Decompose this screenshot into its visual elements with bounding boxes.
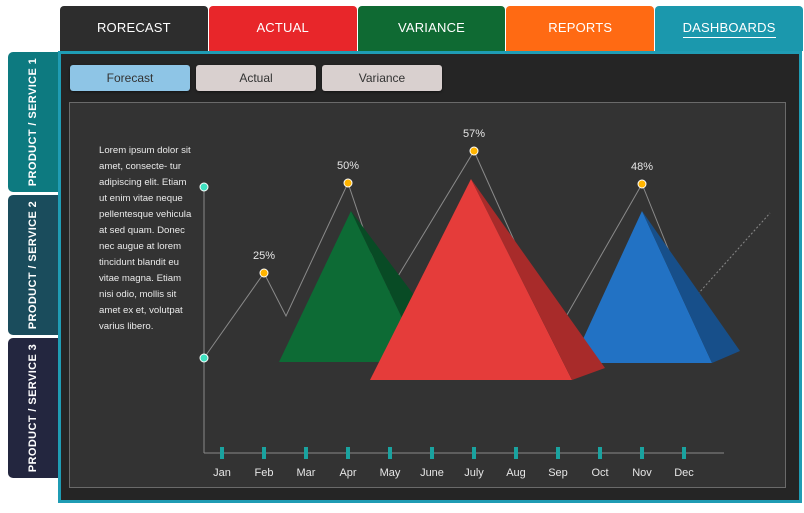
- peak-value-label: 48%: [631, 161, 653, 173]
- x-tick: [346, 447, 350, 459]
- chart-panel: Lorem ipsum dolor sit amet, consecte- tu…: [69, 102, 786, 488]
- x-tick-label: May: [380, 467, 401, 479]
- axis-bottom-marker: [199, 353, 209, 363]
- tab-label: VARIANCE: [397, 20, 466, 35]
- sidebar-item-service-2[interactable]: PRODUCT / SERVICE 2: [8, 195, 58, 335]
- x-tick-label: Oct: [591, 467, 608, 479]
- view-switcher: Forecast Actual Variance: [70, 65, 442, 91]
- x-tick-label: Apr: [339, 467, 356, 479]
- peak-marker: [469, 146, 479, 156]
- x-tick-label: June: [420, 467, 444, 479]
- sidebar-item-service-1[interactable]: PRODUCT / SERVICE 1: [8, 52, 58, 192]
- pyramid-nov: [572, 211, 740, 363]
- sidebar-item-label: PRODUCT / SERVICE 3: [27, 343, 39, 473]
- forecast-button[interactable]: Forecast: [70, 65, 190, 91]
- sidebar-item-service-3[interactable]: PRODUCT / SERVICE 3: [8, 338, 58, 478]
- x-tick: [682, 447, 686, 459]
- peak-value-label: 57%: [463, 128, 485, 140]
- peak-marker: [343, 178, 353, 188]
- x-tick: [388, 447, 392, 459]
- tab-forecast[interactable]: RORECAST: [60, 6, 208, 51]
- pyramid-chart: Jan Feb Mar Apr May June July Aug Sep Oct Nov Dec 25…: [199, 128, 771, 479]
- tab-variance[interactable]: VARIANCE: [357, 6, 506, 51]
- tab-label: DASHBOARDS: [682, 20, 776, 38]
- tab-label: RORECAST: [96, 20, 171, 35]
- variance-button[interactable]: Variance: [322, 65, 442, 91]
- x-tick: [556, 447, 560, 459]
- peak-marker: [259, 268, 269, 278]
- dashboard-panel: Forecast Actual Variance Lorem ipsum dol…: [58, 51, 802, 503]
- peak-marker: [637, 179, 647, 189]
- peak-value-label: 25%: [253, 250, 275, 262]
- tab-dashboards[interactable]: DASHBOARDS: [655, 6, 803, 51]
- main-tab-bar: RORECAST ACTUAL VARIANCE REPORTS DASHBOA…: [60, 6, 804, 51]
- x-tick: [514, 447, 518, 459]
- x-tick-label: Nov: [632, 467, 652, 479]
- x-tick: [220, 447, 224, 459]
- tab-actual[interactable]: ACTUAL: [208, 6, 357, 51]
- sidebar-item-label: PRODUCT / SERVICE 1: [27, 57, 39, 187]
- x-tick-label: Mar: [297, 467, 316, 479]
- tab-label: ACTUAL: [256, 20, 309, 35]
- x-tick: [640, 447, 644, 459]
- x-tick: [598, 447, 602, 459]
- x-tick-label: Jan: [213, 467, 231, 479]
- actual-button[interactable]: Actual: [196, 65, 316, 91]
- tab-reports[interactable]: REPORTS: [506, 6, 655, 51]
- tab-label: REPORTS: [548, 20, 613, 35]
- x-tick-label: July: [464, 467, 484, 479]
- x-tick: [262, 447, 266, 459]
- sidebar-item-label: PRODUCT / SERVICE 2: [27, 200, 39, 330]
- axis-top-marker: [199, 182, 209, 192]
- x-tick-label: Feb: [255, 467, 274, 479]
- x-tick-label: Dec: [674, 467, 694, 479]
- peak-value-label: 50%: [337, 160, 359, 172]
- x-tick-label: Aug: [506, 467, 526, 479]
- pyramid-july: [370, 179, 605, 380]
- trend-line-extension: [689, 212, 771, 304]
- x-tick: [304, 447, 308, 459]
- x-tick-label: Sep: [548, 467, 568, 479]
- x-tick: [430, 447, 434, 459]
- x-tick: [472, 447, 476, 459]
